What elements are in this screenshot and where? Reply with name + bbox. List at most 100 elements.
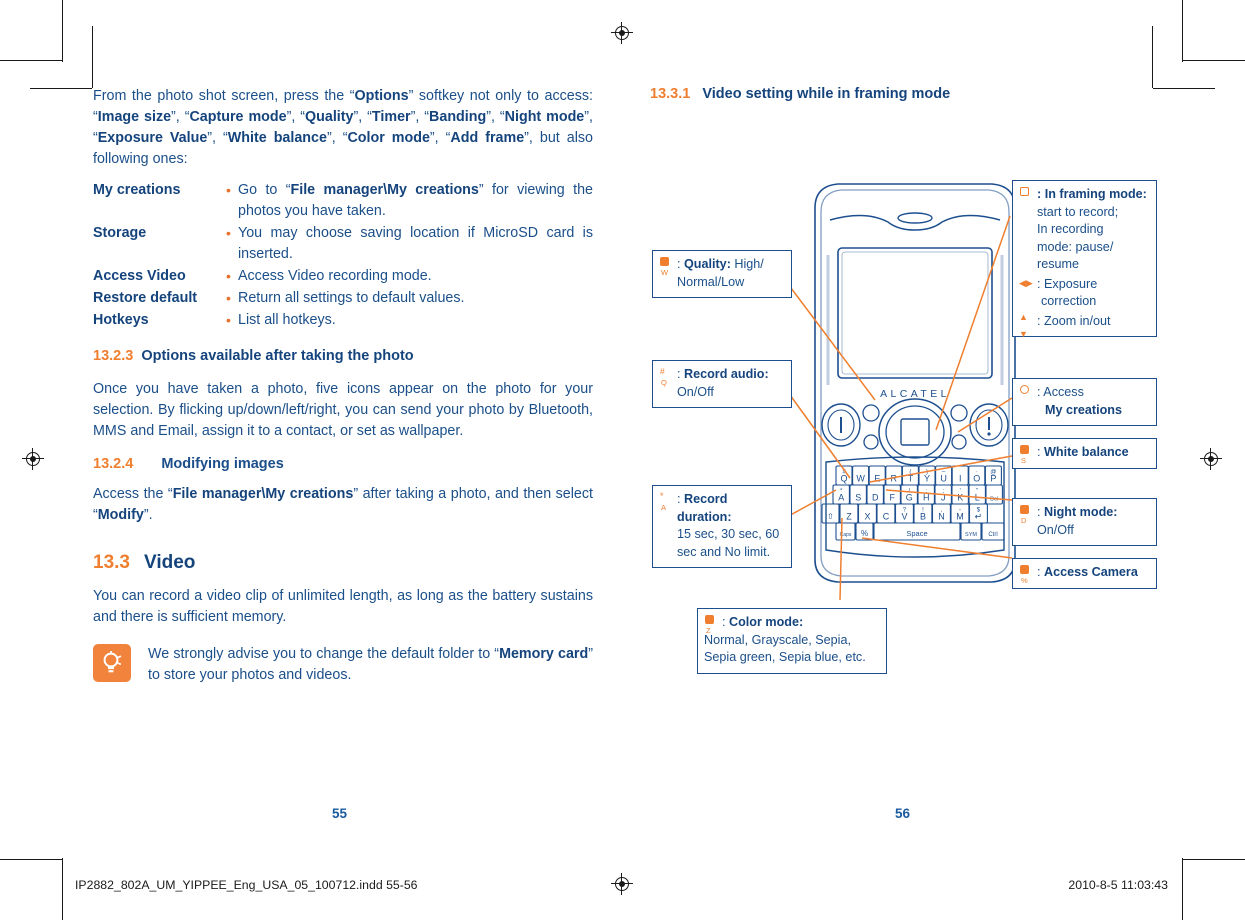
- callout-night-mode: D : Night mode: On/Off: [1012, 498, 1157, 546]
- def-3-seg-0: Return all settings to default values.: [238, 290, 465, 306]
- leader-record-audio: [784, 387, 851, 479]
- white-balance-label: White balance: [1044, 445, 1129, 459]
- night-mode-line2: On/Off: [1037, 522, 1074, 537]
- para-1324-seg-0: Access the “: [93, 486, 173, 502]
- lightbulb-icon: [93, 644, 131, 682]
- left-right-arrows-icon: ◀▶: [1019, 277, 1033, 288]
- record-audio-line2: On/Off: [677, 384, 714, 399]
- color-mode-line2: Normal, Grayscale, Sepia,: [704, 632, 851, 647]
- record-duration-key-icon: * A: [659, 491, 677, 512]
- intro-seg-15: Exposure Value: [97, 130, 208, 146]
- definition-term: Restore default: [93, 290, 198, 306]
- framing-mode-line4: mode: pause/: [1037, 239, 1114, 254]
- leader-framing-mode: [935, 215, 1011, 431]
- crop-mark-tl-h: [0, 60, 62, 61]
- intro-seg-3: Image size: [97, 109, 172, 125]
- access-camera-key-letter: %: [1021, 576, 1028, 585]
- callout-record-audio: # Q : Record audio: On/Off: [652, 360, 792, 408]
- definition-bullet-icon: •: [226, 290, 231, 306]
- intro-seg-21: Add frame: [450, 130, 525, 146]
- zoom-in-out-label: : Zoom in/out: [1037, 313, 1111, 328]
- access-camera-key-icon: %: [1019, 564, 1037, 585]
- definition-bullet-icon: •: [226, 225, 231, 241]
- definition-row: My creations • Go to “File manager\My crea…: [93, 180, 593, 222]
- registration-mark-left: [22, 448, 44, 470]
- page-number-right: 56: [895, 806, 911, 821]
- record-duration-line3: sec and No limit.: [677, 544, 771, 559]
- registration-mark-right: [1200, 448, 1222, 470]
- options-definition-list: My creations • Go to “File manager\My crea…: [93, 180, 593, 331]
- page-number-left: 55: [332, 806, 348, 821]
- tip-text: We strongly advise you to change the def…: [148, 644, 593, 686]
- framing-mode-label: : In framing mode:: [1037, 187, 1147, 201]
- leader-night-mode: [885, 489, 1013, 501]
- definition-row: Storage • You may choose saving location i…: [93, 223, 593, 265]
- definition-bullet-icon: •: [226, 182, 231, 198]
- leader-my-creations: [957, 397, 1013, 433]
- def-0-seg-0: Go to “: [238, 182, 291, 198]
- tip-note: We strongly advise you to change the def…: [93, 644, 593, 686]
- intro-seg-1: Options: [354, 88, 409, 104]
- crop-mark-tr2-v: [1152, 26, 1153, 88]
- intro-seg-0: From the photo shot screen, press the “: [93, 88, 355, 104]
- hollow-square-key-icon: [1019, 186, 1037, 203]
- para-1324-seg-4: ”.: [143, 507, 153, 523]
- heading-13-2-3: 13.2.3 Options available after taking the…: [93, 345, 593, 367]
- color-mode-key-letter: Z: [706, 626, 711, 635]
- crop-mark-tl2-h: [30, 88, 92, 89]
- leader-access-camera: [861, 537, 1013, 559]
- record-audio-key-letter: Q: [661, 378, 667, 387]
- heading-13-3-1: 13.3.1 Video setting while in framing mod…: [650, 86, 1160, 102]
- heading-13-3-1-title: Video setting while in framing mode: [702, 86, 951, 102]
- right-page-column: 13.3.1 Video setting while in framing mod…: [650, 86, 1160, 112]
- intro-seg-4: ”, “: [171, 109, 190, 125]
- callout-color-mode: Z : Color mode: Normal, Grayscale, Sepia…: [697, 608, 887, 674]
- def-1-seg-0: You may choose saving location if MicroS…: [238, 225, 593, 262]
- print-filename: IP2882_802A_UM_YIPPEE_Eng_USA_05_100712.…: [75, 878, 418, 892]
- heading-13-3-title: Video: [143, 552, 196, 573]
- intro-seg-18: ”, “: [326, 130, 348, 146]
- heading-13-2-4-number: 13.2.4: [93, 456, 134, 472]
- callout-white-balance: S : White balance: [1012, 438, 1157, 469]
- intro-seg-7: Quality: [305, 109, 354, 125]
- quality-key-letter: W: [661, 268, 669, 277]
- leader-white-balance: [869, 455, 1013, 483]
- intro-seg-16: ”, “: [207, 130, 228, 146]
- record-audio-key-icon: # Q: [659, 366, 677, 387]
- crop-mark-tr2-h: [1153, 88, 1215, 89]
- print-timestamp: 2010-8-5 11:03:43: [1068, 878, 1168, 892]
- tip-seg-0: We strongly advise you to change the def…: [148, 646, 500, 662]
- intro-seg-5: Capture mode: [189, 109, 287, 125]
- definition-row: Restore default • Return all settings to d…: [93, 288, 593, 309]
- def-0-seg-1: File manager\My creations: [290, 182, 479, 198]
- def-2-seg-0: Access Video recording mode.: [238, 268, 432, 284]
- record-duration-line2: 15 sec, 30 sec, 60: [677, 527, 780, 541]
- definition-row: Access Video • Access Video recording mode…: [93, 266, 593, 287]
- access-camera-label: Access Camera: [1044, 565, 1138, 579]
- color-mode-key-icon: Z: [704, 614, 722, 635]
- definition-term: Hotkeys: [93, 312, 149, 328]
- framing-mode-line5: resume: [1037, 257, 1079, 271]
- intro-seg-12: ”, “: [486, 109, 505, 125]
- heading-13-2-3-title: Options available after taking the photo: [141, 348, 414, 364]
- paragraph-13-2-4: Access the “File manager\My creations” a…: [93, 484, 593, 526]
- leader-quality: [784, 279, 876, 401]
- color-mode-line3: Sepia green, Sepia blue, etc.: [704, 650, 866, 664]
- night-mode-key-icon: D: [1019, 504, 1037, 525]
- quality-key-icon: W: [659, 256, 677, 277]
- my-creations-label: My creations: [1045, 402, 1122, 417]
- intro-seg-19: Color mode: [347, 130, 430, 146]
- definition-description: List all hotkeys.: [238, 310, 593, 331]
- definition-term: Access Video: [93, 268, 186, 284]
- registration-mark-top: [611, 22, 633, 44]
- para-1324-seg-3: Modify: [97, 507, 144, 523]
- heading-13-3: 13.3 Video: [93, 552, 593, 574]
- intro-seg-11: Banding: [429, 109, 487, 125]
- heading-13-2-4: 13.2.4 Modifying images: [93, 456, 593, 472]
- heading-13-2-4-title: Modifying images: [161, 456, 284, 472]
- heading-13-3-number: 13.3: [93, 552, 130, 573]
- callout-framing-mode: : In framing mode: start to record; In r…: [1012, 180, 1157, 339]
- crop-mark-tl2-v: [92, 26, 93, 88]
- white-balance-key-icon: S: [1019, 444, 1037, 465]
- framing-mode-line2: start to record;: [1037, 204, 1119, 219]
